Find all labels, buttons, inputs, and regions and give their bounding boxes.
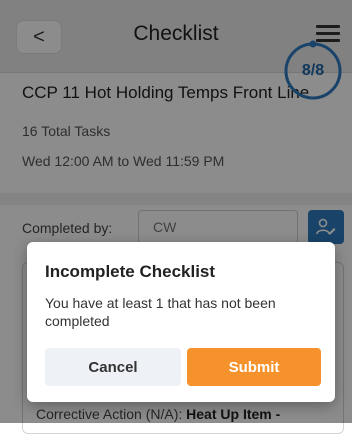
dialog-title: Incomplete Checklist — [45, 262, 216, 281]
incomplete-checklist-dialog: Incomplete Checklist You have at least 1… — [27, 242, 335, 402]
submit-button[interactable]: Submit — [187, 348, 321, 386]
checklist-screen: < Checklist CCP 11 Hot Holding Temps Fro… — [0, 0, 352, 434]
cancel-button[interactable]: Cancel — [45, 348, 181, 386]
dialog-message: You have at least 1 that has not been co… — [45, 295, 276, 329]
